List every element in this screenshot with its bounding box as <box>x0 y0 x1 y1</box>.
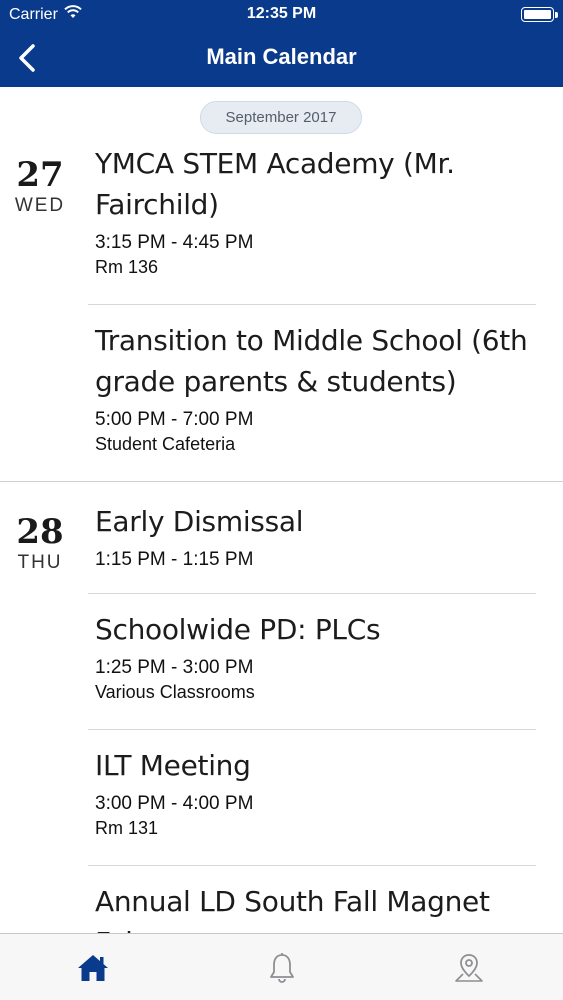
bell-icon <box>270 952 294 983</box>
status-time: 12:35 PM <box>246 5 317 22</box>
day-divider <box>0 481 563 482</box>
tab-bar <box>0 933 563 1000</box>
event-item[interactable]: Schoolwide PD: PLCs 1:25 PM - 3:00 PM Va… <box>95 609 535 704</box>
event-item[interactable]: Early Dismissal 1:15 PM - 1:15 PM <box>95 501 535 572</box>
day-weekday: WED <box>14 195 66 216</box>
event-item[interactable]: ILT Meeting 3:00 PM - 4:00 PM Rm 131 <box>95 745 535 840</box>
divider <box>88 865 536 866</box>
event-title: YMCA STEM Academy (Mr. Fairchild) <box>95 147 455 221</box>
tab-locations[interactable] <box>409 934 529 1000</box>
page-title: Main Calendar <box>206 44 357 69</box>
divider <box>88 593 536 594</box>
home-icon <box>78 954 108 981</box>
event-title: Annual LD South Fall Magnet Fair <box>95 885 490 933</box>
event-item[interactable]: Annual LD South Fall Magnet Fair <box>95 881 535 933</box>
status-bar: Carrier 12:35 PM <box>0 0 563 30</box>
event-item[interactable]: YMCA STEM Academy (Mr. Fairchild) 3:15 P… <box>95 143 535 279</box>
event-location: Student Cafeteria <box>95 434 236 454</box>
day-number: 27 <box>16 155 64 195</box>
battery-icon <box>521 7 558 22</box>
month-label: September 2017 <box>200 101 362 134</box>
event-time: 1:25 PM - 3:00 PM <box>95 657 254 678</box>
event-title: Transition to Middle School (6th grade p… <box>95 324 528 398</box>
map-pin-icon <box>455 953 483 982</box>
event-time: 5:00 PM - 7:00 PM <box>95 409 254 430</box>
event-location: Rm 131 <box>95 818 159 838</box>
event-location: Rm 136 <box>95 257 159 277</box>
calendar-list[interactable]: September 2017 27 WED YMCA STEM Academy … <box>0 87 563 933</box>
divider <box>88 304 536 305</box>
tab-notifications[interactable] <box>222 934 342 1000</box>
event-time: 3:00 PM - 4:00 PM <box>95 793 254 814</box>
header: Carrier 12:35 PM Main Calendar <box>0 0 563 87</box>
tab-home[interactable] <box>33 934 153 1000</box>
event-title: Schoolwide PD: PLCs <box>95 613 381 646</box>
event-time: 1:15 PM - 1:15 PM <box>95 549 254 570</box>
event-location: Various Classrooms <box>95 682 255 702</box>
event-title: Early Dismissal <box>95 505 304 538</box>
nav-bar: Main Calendar <box>0 30 563 87</box>
day-weekday: THU <box>17 552 63 573</box>
day-number: 28 <box>16 512 64 552</box>
event-time: 3:15 PM - 4:45 PM <box>95 232 254 253</box>
divider <box>88 729 536 730</box>
event-item[interactable]: Transition to Middle School (6th grade p… <box>95 320 535 456</box>
event-title: ILT Meeting <box>95 749 251 782</box>
